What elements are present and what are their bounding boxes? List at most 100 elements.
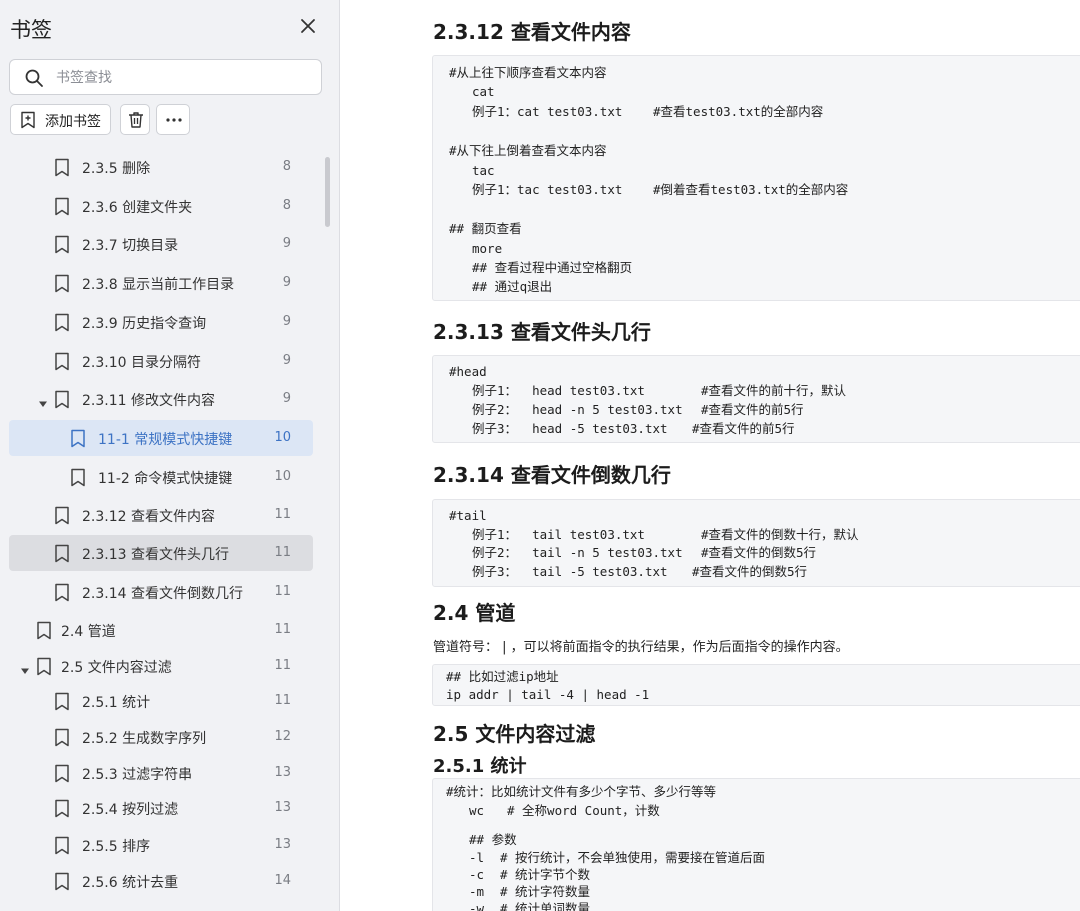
bookmark-label: 2.3.5 删除: [82, 161, 151, 177]
bookmark-page-number: 11: [274, 693, 291, 708]
bookmark-icon: [53, 235, 71, 254]
bookmark-icon: [53, 197, 71, 216]
scrollbar-thumb[interactable]: [325, 157, 330, 227]
code-line: wc: [469, 803, 485, 818]
bookmark-label: 2.5.3 过滤字符串: [82, 767, 193, 783]
bookmark-item[interactable]: 2.3.7 切换目录 9: [9, 226, 313, 262]
bookmark-label: 2.3.12 查看文件内容: [82, 509, 215, 525]
bookmark-item[interactable]: 2.5.4 按列过滤 13: [9, 790, 313, 826]
code-block-2-3-14: #tail 例子1： tail test03.txt #查看文件的倒数十行，默认…: [432, 499, 1080, 587]
pipe-description: 管道符号： | ，可以将前面指令的执行结果，作为后面指令的操作内容。: [433, 640, 849, 655]
bookmark-item[interactable]: 2.5.5 排序 13: [9, 827, 313, 863]
code-comment: #查看文件的前十行，默认: [701, 383, 847, 398]
code-comment: ## 通过q退出: [472, 279, 553, 294]
bookmark-icon: [53, 274, 71, 293]
bookmark-label: 2.3.13 查看文件头几行: [82, 547, 229, 563]
bookmark-panel: 书签 添加书签 2.3.5 删除8 2.3.6 创建文件夹8 2.3.7 切换目…: [0, 0, 340, 911]
bookmark-item-active[interactable]: 11-1 常规模式快捷键 10: [9, 420, 313, 456]
bookmark-item[interactable]: 2.5.2 生成数字序列 12: [9, 719, 313, 755]
bookmark-label: 2.3.8 显示当前工作目录: [82, 277, 235, 293]
code-comment: #查看test03.txt的全部内容: [653, 104, 824, 119]
bookmark-page-number: 11: [274, 622, 291, 637]
bookmark-page-number: 10: [274, 469, 291, 484]
code-comment: #tail: [449, 508, 487, 523]
code-comment: #查看文件的前5行: [701, 402, 804, 417]
bookmark-icon: [53, 158, 71, 177]
bookmark-label: 2.3.14 查看文件倒数几行: [82, 586, 243, 602]
code-comment: #倒着查看test03.txt的全部内容: [653, 182, 849, 197]
bookmark-icon: [53, 728, 71, 747]
code-comment: #查看文件的倒数十行，默认: [701, 527, 859, 542]
bookmark-label: 11-2 命令模式快捷键: [98, 471, 233, 487]
bookmark-label: 2.5 文件内容过滤: [61, 660, 172, 676]
code-line: 例子1：cat test03.txt: [472, 104, 623, 119]
bookmark-page-number: 12: [274, 729, 291, 744]
bookmark-page-number: 9: [282, 236, 291, 251]
bookmark-item[interactable]: 2.5.3 过滤字符串 13: [9, 755, 313, 791]
bookmark-icon: [53, 836, 71, 855]
code-comment: #查看文件的倒数5行: [692, 564, 808, 579]
bookmark-page-number: 9: [282, 391, 291, 406]
code-block-2-4: ## 比如过滤ip地址 ip addr | tail -4 | head -1: [432, 664, 1080, 706]
bookmark-icon: [53, 692, 71, 711]
code-line: cat: [472, 84, 495, 99]
expand-arrow-icon[interactable]: [38, 394, 48, 407]
bookmark-item[interactable]: 2.3.9 历史指令查询 9: [9, 304, 313, 340]
bookmark-label: 2.5.5 排序: [82, 839, 151, 855]
bookmark-item[interactable]: 2.5.6 统计去重 14: [9, 863, 313, 899]
bookmark-icon: [53, 799, 71, 818]
bookmark-label: 2.3.11 修改文件内容: [82, 393, 215, 409]
bookmark-page-number: 11: [274, 658, 291, 673]
code-comment: #查看文件的倒数5行: [701, 545, 817, 560]
bookmark-item[interactable]: 2.5.1 统计 11: [9, 683, 313, 719]
bookmark-item[interactable]: 11-2 命令模式快捷键 10: [9, 459, 313, 495]
bookmark-icon: [53, 764, 71, 783]
bookmark-page-number: 8: [282, 159, 291, 174]
bookmark-label: 2.3.10 目录分隔符: [82, 355, 201, 371]
code-line: 例子2： head -n 5 test03.txt: [472, 402, 683, 417]
bookmark-item[interactable]: 2.3.11 修改文件内容 9: [9, 381, 313, 417]
code-comment: #统计：比如统计文件有多少个字节、多少行等等: [446, 784, 717, 799]
code-block-2-3-13: #head 例子1： head test03.txt #查看文件的前十行，默认 …: [432, 355, 1080, 443]
code-comment: #从上往下顺序查看文本内容: [449, 65, 607, 80]
code-comment: ## 参数: [469, 832, 517, 847]
bookmark-icon: [53, 583, 71, 602]
bookmark-label: 2.3.6 创建文件夹: [82, 200, 193, 216]
bookmark-page-number: 9: [282, 314, 291, 329]
heading-2-5-1: 2.5.1 统计: [433, 756, 527, 777]
expand-arrow-icon[interactable]: [20, 661, 30, 674]
code-line: ip addr | tail -4 | head -1: [446, 687, 650, 702]
bookmark-list: 2.3.5 删除 8 2.3.6 创建文件夹 8 2.3.7 切换目录 9 2.3.8…: [0, 0, 320, 911]
bookmark-label: 2.5.2 生成数字序列: [82, 731, 207, 747]
bookmark-item[interactable]: 2.4 管道 11: [9, 612, 313, 648]
document-view: 2.3.12 查看文件内容 #从上往下顺序查看文本内容 cat 例子1：cat …: [341, 0, 1080, 911]
bookmark-item[interactable]: 2.5 文件内容过滤 11: [9, 648, 313, 684]
code-block-2-3-12: #从上往下顺序查看文本内容 cat 例子1：cat test03.txt #查看…: [432, 55, 1080, 301]
bookmark-icon: [53, 313, 71, 332]
bookmark-page-number: 10: [274, 430, 291, 445]
heading-2-5: 2.5 文件内容过滤: [433, 722, 596, 746]
heading-2-3-13: 2.3.13 查看文件头几行: [433, 320, 651, 344]
bookmark-label: 2.3.9 历史指令查询: [82, 316, 207, 332]
code-comment: #head: [449, 364, 487, 379]
bookmark-label: 2.5.6 统计去重: [82, 875, 179, 891]
code-comment: #查看文件的前5行: [692, 421, 795, 436]
code-comment: # 统计单词数量: [500, 901, 591, 911]
bookmark-page-number: 11: [274, 507, 291, 522]
bookmark-label: 2.4 管道: [61, 624, 116, 640]
bookmark-icon: [35, 657, 53, 676]
bookmark-item[interactable]: 2.3.8 显示当前工作目录 9: [9, 265, 313, 301]
bookmark-item[interactable]: 2.3.10 目录分隔符 9: [9, 343, 313, 379]
bookmark-page-number: 8: [282, 198, 291, 213]
bookmark-item[interactable]: 2.3.5 删除 8: [9, 149, 313, 185]
bookmark-item[interactable]: 2.3.14 查看文件倒数几行 11: [9, 574, 313, 610]
bookmark-item[interactable]: 2.3.6 创建文件夹 8: [9, 188, 313, 224]
bookmark-page-number: 9: [282, 353, 291, 368]
heading-2-4: 2.4 管道: [433, 601, 516, 625]
bookmark-icon: [53, 544, 71, 563]
bookmark-item-hovered[interactable]: 2.3.13 查看文件头几行 11: [9, 535, 313, 571]
bookmark-page-number: 11: [274, 584, 291, 599]
code-comment: ## 比如过滤ip地址: [446, 669, 559, 684]
bookmark-item[interactable]: 2.3.12 查看文件内容 11: [9, 497, 313, 533]
code-line: 例子1：tac test03.txt: [472, 182, 623, 197]
